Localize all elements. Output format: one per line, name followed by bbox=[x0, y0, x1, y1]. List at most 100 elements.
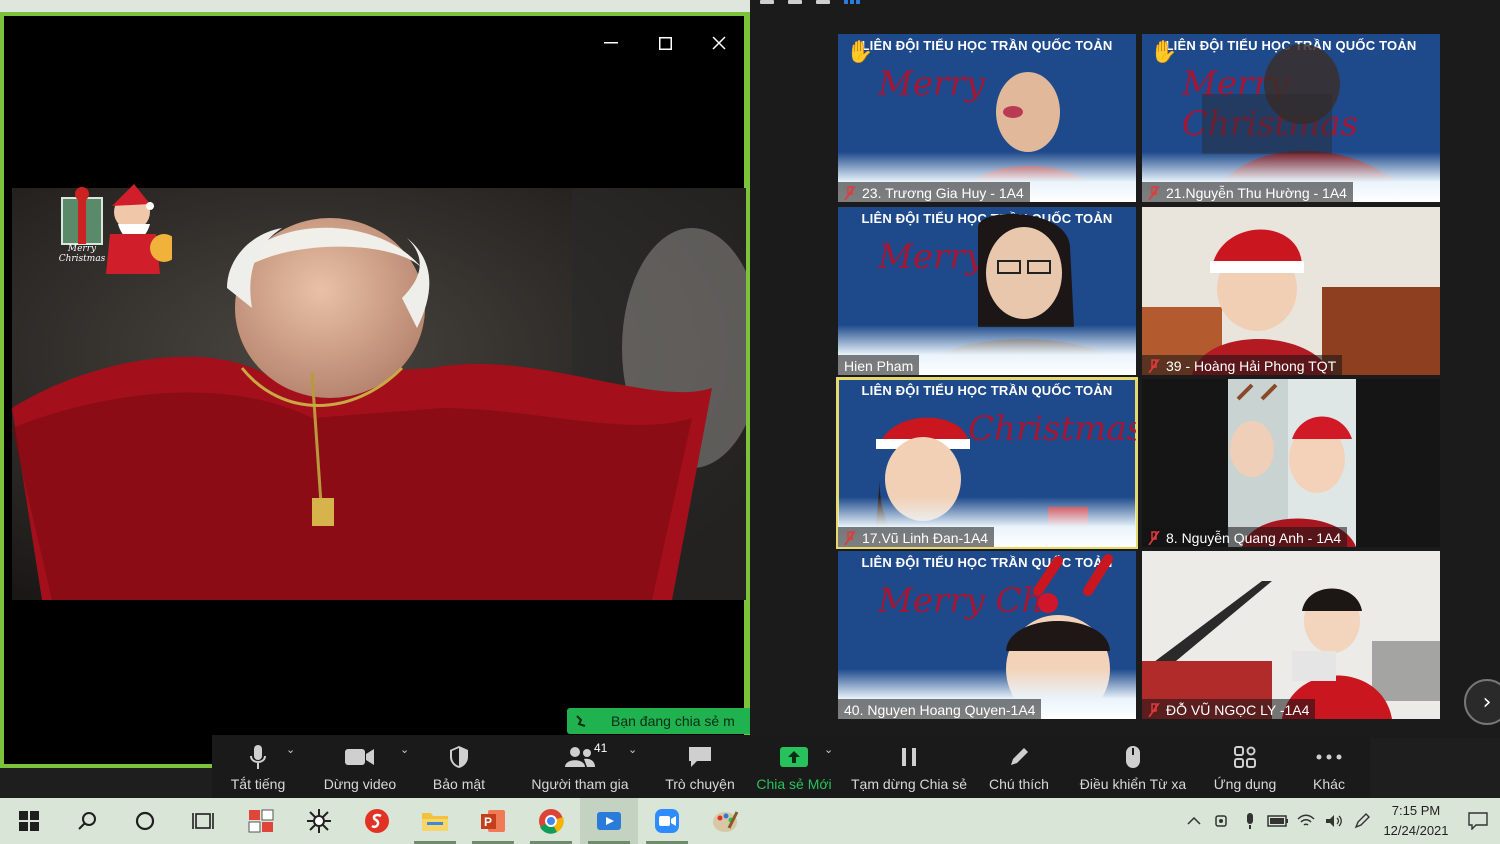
meeting-toolbar: Tắt tiếng ⌄ Dừng video ⌄ Bảo mật Người t… bbox=[212, 735, 1370, 798]
annotate-button[interactable]: Chú thích bbox=[972, 735, 1066, 798]
clock-time: 7:15 PM bbox=[1391, 803, 1441, 818]
view-control-2[interactable] bbox=[788, 0, 802, 4]
participant-name: 8. Nguyễn Quang Anh - 1A4 bbox=[1142, 527, 1348, 547]
muted-mic-icon bbox=[1148, 359, 1160, 373]
pause-icon bbox=[902, 748, 916, 766]
red-s-app-icon bbox=[365, 809, 389, 833]
starburst-app-icon bbox=[307, 809, 331, 833]
participant-tile[interactable]: LIÊN ĐỘI TIỂU HỌC TRẦN QUỐC TOẢN Merry C… bbox=[838, 551, 1136, 719]
chrome-button[interactable] bbox=[522, 798, 580, 844]
task-view-button[interactable] bbox=[174, 798, 232, 844]
minimize-icon bbox=[604, 42, 618, 44]
battery-icon[interactable] bbox=[1264, 798, 1292, 844]
zoom-icon bbox=[655, 809, 679, 833]
security-button[interactable]: Bảo mật bbox=[416, 735, 502, 798]
participant-tile[interactable]: LIÊN ĐỘI TIỂU HỌC TRẦN QUỐC TOẢN Merry C… bbox=[1142, 34, 1440, 202]
zoom-button[interactable] bbox=[638, 798, 696, 844]
chrome-icon bbox=[539, 809, 564, 834]
taskbar-app-3[interactable] bbox=[348, 798, 406, 844]
pause-share-button[interactable]: Tạm dừng Chia sẻ bbox=[846, 735, 972, 798]
show-hidden-icons-button[interactable] bbox=[1180, 798, 1208, 844]
muted-mic-icon bbox=[1148, 186, 1160, 200]
chevron-right-icon: › bbox=[1482, 689, 1492, 715]
raised-hand-icon: ✋ bbox=[1150, 40, 1178, 65]
view-control-1[interactable] bbox=[760, 0, 774, 4]
participant-tile[interactable]: LIÊN ĐỘI TIỂU HỌC TRẦN QUỐC TOẢN Merry H… bbox=[838, 207, 1136, 375]
apps-button[interactable]: Ứng dụng bbox=[1200, 735, 1290, 798]
notification-icon bbox=[1468, 812, 1488, 830]
remote-control-button[interactable]: Điều khiển Từ xa bbox=[1066, 735, 1200, 798]
window-controls bbox=[594, 26, 736, 60]
chevron-down-icon[interactable]: ⌄ bbox=[286, 743, 295, 756]
svg-text:P: P bbox=[484, 815, 492, 829]
participant-name: Hien Pham bbox=[838, 355, 920, 375]
taskbar-app-1[interactable] bbox=[232, 798, 290, 844]
participant-tile[interactable]: LIÊN ĐỘI TIỂU HỌC TRẦN QUỐC TOẢN Merry ✋… bbox=[838, 34, 1136, 202]
app-grid-icon bbox=[248, 809, 274, 833]
cortana-circle-icon bbox=[135, 811, 155, 831]
notification-center-button[interactable] bbox=[1456, 798, 1500, 844]
share-status-icon bbox=[576, 715, 586, 727]
wifi-icon[interactable] bbox=[1292, 798, 1320, 844]
participant-name: 17.Vũ Linh Đan-1A4 bbox=[838, 527, 995, 547]
search-icon bbox=[78, 812, 96, 830]
microphone-tray-icon[interactable] bbox=[1236, 798, 1264, 844]
powerpoint-button[interactable]: P bbox=[464, 798, 522, 844]
search-button[interactable] bbox=[58, 798, 116, 844]
shared-video-window[interactable]: Merry Christmas bbox=[0, 12, 750, 768]
sharing-indicator-banner[interactable]: Bạn đang chia sẻ m bbox=[567, 708, 753, 734]
maximize-button[interactable] bbox=[648, 26, 682, 60]
powerpoint-icon: P bbox=[481, 810, 505, 832]
participant-name: 39 - Hoàng Hải Phong TQT bbox=[1142, 355, 1343, 375]
chat-button[interactable]: Trò chuyện bbox=[658, 735, 742, 798]
more-button[interactable]: Khác bbox=[1290, 735, 1368, 798]
muted-mic-icon bbox=[1148, 531, 1160, 545]
taskbar-app-2[interactable] bbox=[290, 798, 348, 844]
participant-tile[interactable]: 8. Nguyễn Quang Anh - 1A4 bbox=[1142, 379, 1440, 547]
media-player-button[interactable] bbox=[580, 798, 638, 844]
participant-count: 41 bbox=[594, 741, 608, 755]
stop-video-button[interactable]: Dừng video ⌄ bbox=[304, 735, 416, 798]
cortana-button[interactable] bbox=[116, 798, 174, 844]
participant-name: 21.Nguyễn Thu Hường - 1A4 bbox=[1142, 182, 1353, 202]
system-clock[interactable]: 7:15 PM 12/24/2021 bbox=[1376, 801, 1456, 841]
participant-tile[interactable]: 39 - Hoàng Hải Phong TQT bbox=[1142, 207, 1440, 375]
participants-icon bbox=[565, 747, 595, 767]
sticker-caption: Merry Christmas bbox=[58, 244, 106, 264]
grid-view-icon[interactable] bbox=[844, 0, 860, 8]
start-button[interactable] bbox=[0, 798, 58, 844]
mute-button[interactable]: Tắt tiếng ⌄ bbox=[212, 735, 304, 798]
maximize-icon bbox=[658, 36, 672, 50]
chevron-down-icon[interactable]: ⌄ bbox=[628, 743, 637, 756]
close-button[interactable] bbox=[702, 26, 736, 60]
webcam-tray-icon[interactable] bbox=[1208, 798, 1236, 844]
video-player-icon bbox=[597, 812, 621, 830]
windows-logo-icon bbox=[19, 811, 39, 831]
muted-mic-icon bbox=[844, 186, 856, 200]
shield-icon bbox=[450, 746, 468, 768]
windows-taskbar: P 7:15 PM 12/24/2021 bbox=[0, 798, 1500, 844]
participant-tile-active[interactable]: LIÊN ĐỘI TIỂU HỌC TRẦN QUỐC TOẢN Christm… bbox=[836, 377, 1138, 549]
muted-mic-icon bbox=[1148, 703, 1160, 717]
paint-palette-icon bbox=[713, 811, 739, 832]
participant-video bbox=[1228, 379, 1356, 547]
minimize-button[interactable] bbox=[594, 26, 628, 60]
pencil-icon bbox=[1011, 748, 1028, 765]
paint-button[interactable] bbox=[696, 798, 754, 844]
chat-bubble-icon bbox=[689, 747, 711, 767]
close-icon bbox=[712, 36, 726, 50]
chevron-down-icon[interactable]: ⌄ bbox=[824, 743, 833, 756]
participant-video bbox=[1142, 207, 1440, 375]
microphone-icon bbox=[250, 745, 266, 769]
view-control-3[interactable] bbox=[816, 0, 830, 4]
chevron-up-icon bbox=[1187, 817, 1201, 825]
mouse-icon bbox=[1126, 746, 1140, 768]
new-share-button[interactable]: Chia sẻ Mới ⌄ bbox=[742, 735, 846, 798]
chevron-down-icon[interactable]: ⌄ bbox=[400, 743, 409, 756]
participant-tile[interactable]: ĐỖ VŨ NGỌC LY -1A4 bbox=[1142, 551, 1440, 719]
participant-name: 23. Trương Gia Huy - 1A4 bbox=[838, 182, 1030, 202]
pen-tray-icon[interactable] bbox=[1348, 798, 1376, 844]
file-explorer-button[interactable] bbox=[406, 798, 464, 844]
participants-button[interactable]: Người tham gia 41 ⌄ bbox=[502, 735, 658, 798]
volume-icon[interactable] bbox=[1320, 798, 1348, 844]
